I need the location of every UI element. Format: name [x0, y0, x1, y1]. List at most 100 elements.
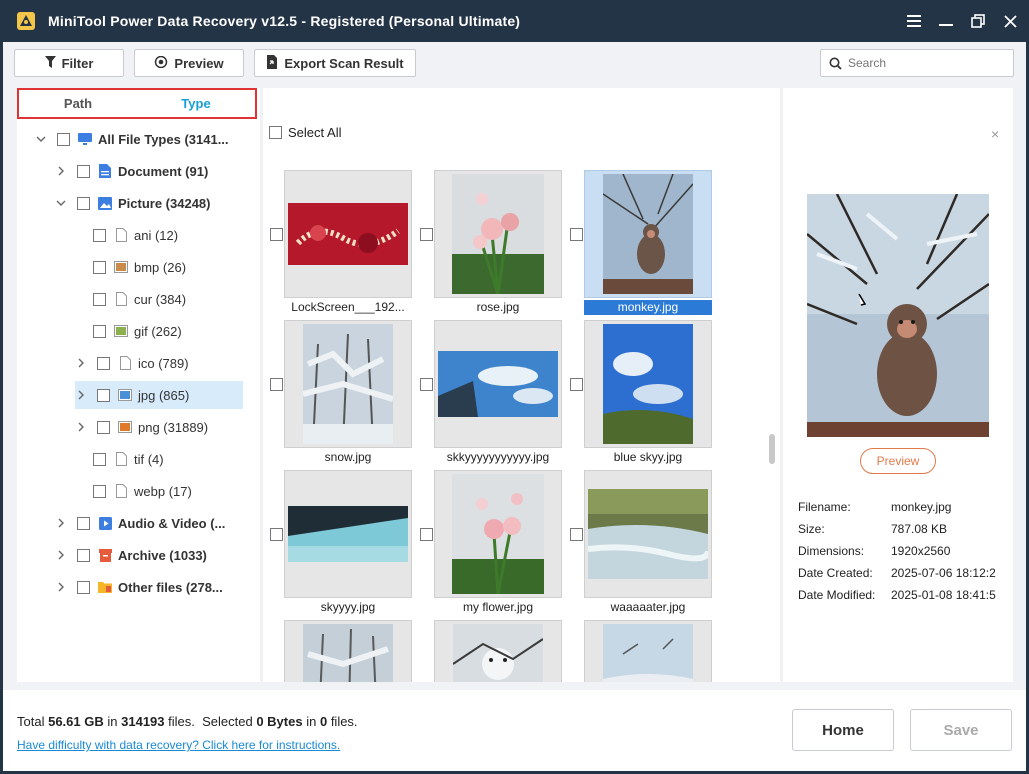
- tree-item-other-files[interactable]: Other files (278...: [55, 573, 223, 601]
- checkbox[interactable]: [57, 132, 70, 146]
- restore-icon[interactable]: [969, 12, 987, 30]
- thumbnail-item[interactable]: my flower.jpg: [413, 470, 563, 620]
- checkbox[interactable]: [97, 420, 110, 434]
- tree-item-tif[interactable]: tif (4): [93, 445, 164, 473]
- tree-item-all-file-types[interactable]: All File Types (3141...: [35, 125, 229, 153]
- thumbnail-item[interactable]: skkyyyyyyyyyyy.jpg: [413, 320, 563, 470]
- chevron-right-icon[interactable]: [55, 549, 67, 561]
- checkbox[interactable]: [93, 452, 106, 466]
- chevron-down-icon[interactable]: [55, 197, 67, 209]
- help-link[interactable]: Have difficulty with data recovery? Clic…: [17, 738, 340, 752]
- summary-selected-files: 0: [319, 714, 328, 729]
- thumbnail-image[interactable]: [284, 620, 412, 682]
- chevron-right-icon[interactable]: [55, 581, 67, 593]
- thumbnail-item[interactable]: LockScreen___192...: [263, 170, 413, 320]
- checkbox[interactable]: [93, 260, 106, 274]
- thumbnail-item[interactable]: [563, 620, 713, 682]
- left-panel: Path Type All File Types (3141... Docume…: [17, 88, 260, 682]
- checkbox[interactable]: [97, 356, 110, 370]
- thumbnail-checkbox[interactable]: [420, 528, 433, 541]
- chevron-right-icon[interactable]: [55, 165, 67, 177]
- tree-item-archive[interactable]: Archive (1033): [55, 541, 207, 569]
- checkbox[interactable]: [93, 228, 106, 242]
- info-key: Date Modified:: [798, 588, 876, 602]
- thumbnail-image[interactable]: [284, 320, 412, 448]
- chevron-right-icon[interactable]: [55, 517, 67, 529]
- tree-item-png[interactable]: png (31889): [75, 413, 208, 441]
- chevron-right-icon[interactable]: [75, 357, 87, 369]
- thumbnail-image[interactable]: [584, 620, 712, 682]
- thumbnail-item[interactable]: [413, 620, 563, 682]
- tree-item-gif[interactable]: gif (262): [93, 317, 182, 345]
- select-all-checkbox[interactable]: [269, 126, 282, 139]
- thumbnail-checkbox[interactable]: [270, 228, 283, 241]
- tree-item-document[interactable]: Document (91): [55, 157, 208, 185]
- checkbox[interactable]: [93, 292, 106, 306]
- thumbnail-checkbox[interactable]: [570, 528, 583, 541]
- save-button[interactable]: Save: [910, 709, 1012, 751]
- thumbnail-item[interactable]: waaaaater.jpg: [563, 470, 713, 620]
- checkbox[interactable]: [93, 484, 106, 498]
- thumbnail-item[interactable]: rose.jpg: [413, 170, 563, 320]
- tree-item-picture[interactable]: Picture (34248): [55, 189, 211, 217]
- chevron-right-icon[interactable]: [75, 389, 87, 401]
- thumbnail-image[interactable]: [284, 470, 412, 598]
- search-box[interactable]: [820, 49, 1014, 77]
- checkbox[interactable]: [77, 196, 90, 210]
- thumbnail-item[interactable]: skyyyy.jpg: [263, 470, 413, 620]
- thumbnail-checkbox[interactable]: [270, 528, 283, 541]
- search-input[interactable]: [848, 56, 998, 70]
- thumbnail-item[interactable]: monkey.jpg: [563, 170, 713, 320]
- checkbox[interactable]: [77, 548, 90, 562]
- tree-label: webp (17): [134, 483, 192, 499]
- checkbox[interactable]: [77, 580, 90, 594]
- close-preview-icon[interactable]: ×: [991, 126, 999, 142]
- tree-item-webp[interactable]: webp (17): [93, 477, 192, 505]
- preview-button[interactable]: Preview: [860, 448, 936, 474]
- thumbnail-image[interactable]: [584, 170, 712, 298]
- tab-type[interactable]: Type: [137, 90, 255, 117]
- thumbnail-image[interactable]: [584, 320, 712, 448]
- checkbox[interactable]: [77, 164, 90, 178]
- select-all[interactable]: Select All: [269, 125, 341, 140]
- export-scan-result-button[interactable]: Export Scan Result: [254, 49, 416, 77]
- tree-item-jpg[interactable]: jpg (865): [75, 381, 243, 409]
- folder-icon: [98, 580, 112, 594]
- thumbnail-checkbox[interactable]: [420, 378, 433, 391]
- tree-item-ico[interactable]: ico (789): [75, 349, 189, 377]
- tree-item-bmp[interactable]: bmp (26): [93, 253, 186, 281]
- thumbnail-image[interactable]: [434, 470, 562, 598]
- thumbnail-checkbox[interactable]: [270, 378, 283, 391]
- thumbnail-item[interactable]: snow.jpg: [263, 320, 413, 470]
- checkbox[interactable]: [93, 324, 106, 338]
- thumbnail-image[interactable]: [584, 470, 712, 598]
- preview-toolbar-button[interactable]: Preview: [134, 49, 244, 77]
- thumbnail-name: blue skyy.jpg: [613, 450, 683, 464]
- document-icon: [98, 164, 112, 178]
- checkbox[interactable]: [97, 388, 110, 402]
- thumbnail-checkbox[interactable]: [570, 228, 583, 241]
- thumbnail-item[interactable]: [263, 620, 413, 682]
- tree-item-ani[interactable]: ani (12): [93, 221, 178, 249]
- close-icon[interactable]: [1001, 12, 1019, 30]
- thumbnail-image[interactable]: [284, 170, 412, 298]
- minimize-icon[interactable]: [937, 12, 955, 30]
- thumbnail-checkbox[interactable]: [420, 228, 433, 241]
- filter-button[interactable]: Filter: [14, 49, 124, 77]
- thumbnail-image[interactable]: [434, 170, 562, 298]
- home-button[interactable]: Home: [792, 709, 894, 751]
- checkbox[interactable]: [77, 516, 90, 530]
- thumbnail-checkbox[interactable]: [570, 378, 583, 391]
- menu-icon[interactable]: [905, 12, 923, 30]
- chevron-down-icon[interactable]: [35, 133, 47, 145]
- thumbnail-image[interactable]: [434, 320, 562, 448]
- thumbnail-image[interactable]: [434, 620, 562, 682]
- tab-path[interactable]: Path: [19, 90, 137, 117]
- file-icon: [114, 228, 128, 242]
- info-row-date-modified: Date Modified: 2025-01-08 18:41:5: [798, 584, 1013, 606]
- thumbnail-item[interactable]: blue skyy.jpg: [563, 320, 713, 470]
- tree-item-audio-video[interactable]: Audio & Video (...: [55, 509, 225, 537]
- chevron-right-icon[interactable]: [75, 421, 87, 433]
- tree-item-cur[interactable]: cur (384): [93, 285, 186, 313]
- grid-scrollbar[interactable]: [769, 434, 775, 464]
